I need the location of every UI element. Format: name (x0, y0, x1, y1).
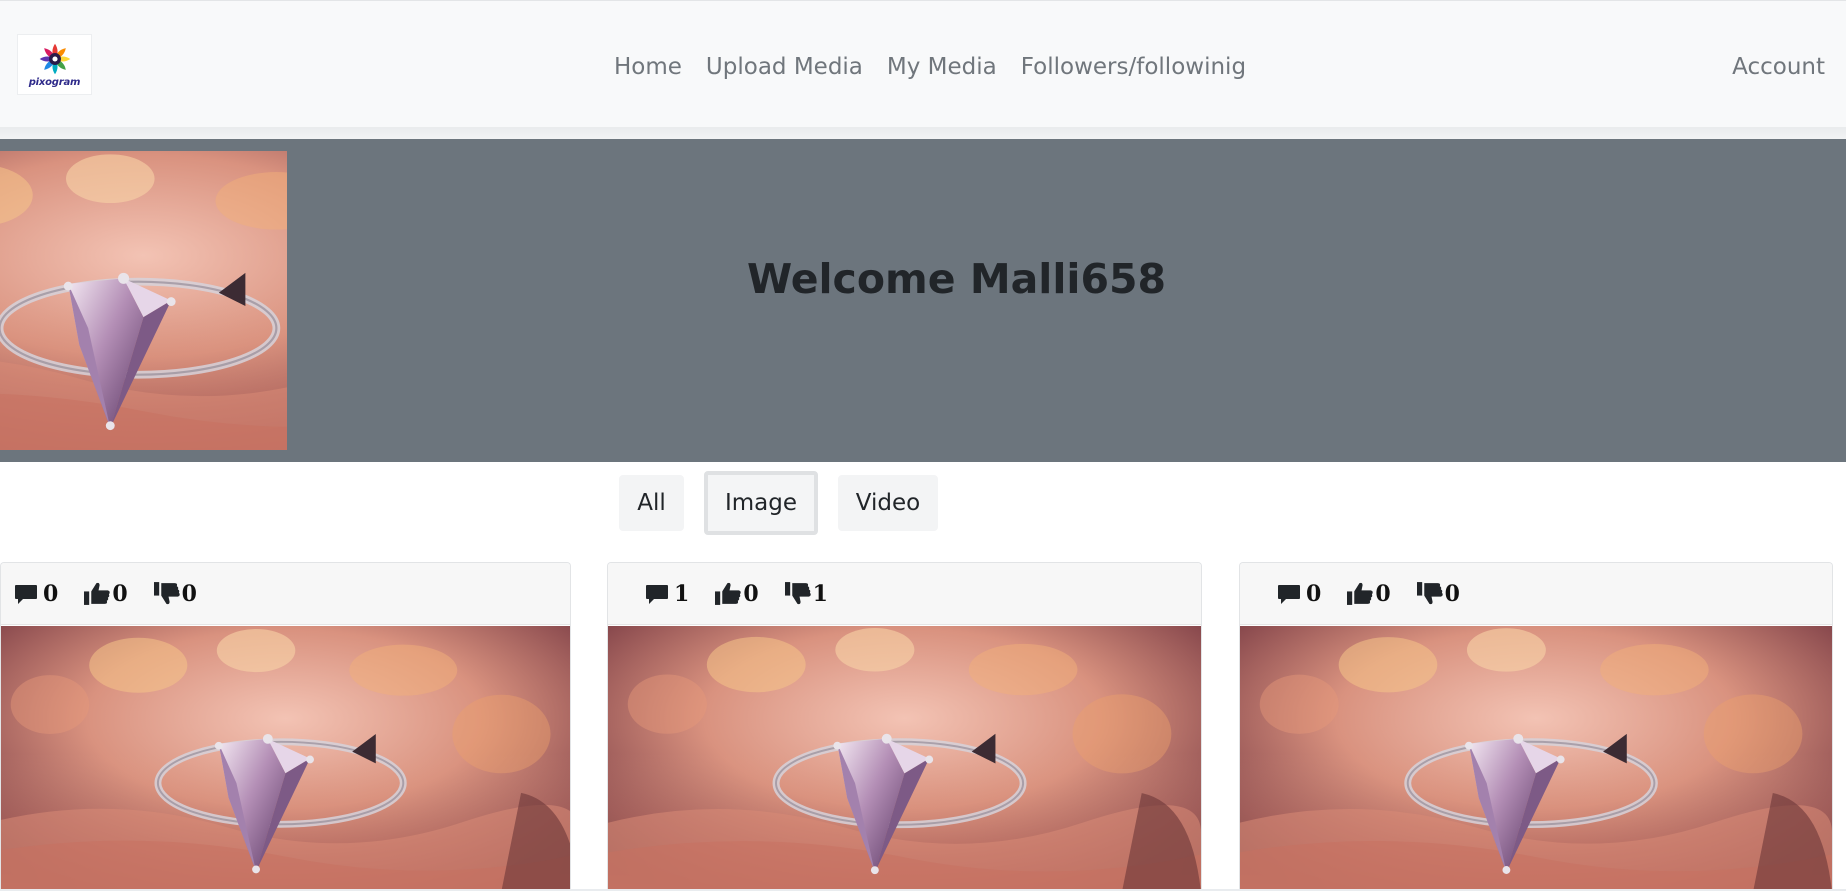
comment-count: 0 (43, 580, 59, 607)
ring-photo-image (1240, 626, 1832, 891)
comment-count: 1 (674, 580, 690, 607)
card-stats-bar: 1 0 1 (608, 563, 1201, 625)
welcome-banner: Welcome Malli658 (0, 139, 1846, 462)
comments-stat[interactable]: 0 (13, 581, 58, 607)
nav-followers-link[interactable]: Followers/followinig (1009, 51, 1258, 83)
brand-text: pixogram (28, 76, 81, 88)
thumbs-down-icon (1417, 581, 1444, 606)
thumbs-up-icon (715, 581, 742, 606)
likes-stat[interactable]: 0 (715, 580, 759, 607)
pixogram-logo[interactable]: pixogram (17, 34, 92, 95)
flower-logo-icon (39, 43, 70, 74)
media-card: 1 0 1 (607, 562, 1202, 891)
comment-count: 0 (1306, 580, 1322, 607)
nav-links: Home Upload Media My Media Followers/fol… (614, 51, 1258, 83)
dislikes-stat[interactable]: 1 (785, 581, 828, 607)
comment-icon (13, 582, 39, 606)
media-card: 0 0 0 (1239, 562, 1833, 891)
welcome-heading: Welcome Malli658 (746, 255, 1167, 303)
media-image[interactable] (1240, 626, 1832, 891)
media-image[interactable] (1, 626, 570, 891)
media-image[interactable] (608, 626, 1201, 891)
dislike-count: 0 (181, 580, 197, 607)
nav-my-media-link[interactable]: My Media (875, 51, 1009, 83)
filter-image-button[interactable]: Image (704, 471, 818, 535)
like-count: 0 (1375, 580, 1391, 607)
media-filter-group: All Image Video (619, 471, 938, 535)
thumbs-down-icon (154, 581, 181, 606)
card-stats-bar: 0 0 0 (1, 563, 570, 625)
card-stats-bar: 0 0 0 (1240, 563, 1832, 625)
top-navbar: pixogram Home Upload Media My Media Foll… (0, 0, 1846, 127)
dislike-count: 1 (812, 580, 828, 607)
comment-icon (644, 582, 670, 606)
filter-video-button[interactable]: Video (838, 475, 938, 531)
like-count: 0 (743, 580, 759, 607)
account-link[interactable]: Account (1732, 51, 1825, 83)
likes-stat[interactable]: 0 (1347, 580, 1391, 607)
nav-home-link[interactable]: Home (614, 51, 694, 83)
comments-stat[interactable]: 1 (644, 581, 689, 607)
nav-upload-media-link[interactable]: Upload Media (694, 51, 875, 83)
thumbs-up-icon (1347, 581, 1374, 606)
filter-all-button[interactable]: All (619, 475, 684, 531)
comment-icon (1276, 582, 1302, 606)
ring-photo-image (1, 626, 570, 891)
thumbs-down-icon (785, 581, 812, 606)
like-count: 0 (112, 580, 128, 607)
dislike-count: 0 (1444, 580, 1460, 607)
dislikes-stat[interactable]: 0 (154, 581, 197, 607)
ring-photo-image (608, 626, 1201, 891)
likes-stat[interactable]: 0 (84, 580, 128, 607)
comments-stat[interactable]: 0 (1276, 581, 1321, 607)
thumbs-up-icon (84, 581, 111, 606)
dislikes-stat[interactable]: 0 (1417, 581, 1460, 607)
navbar-divider (0, 127, 1846, 139)
media-card: 0 0 0 (0, 562, 571, 891)
